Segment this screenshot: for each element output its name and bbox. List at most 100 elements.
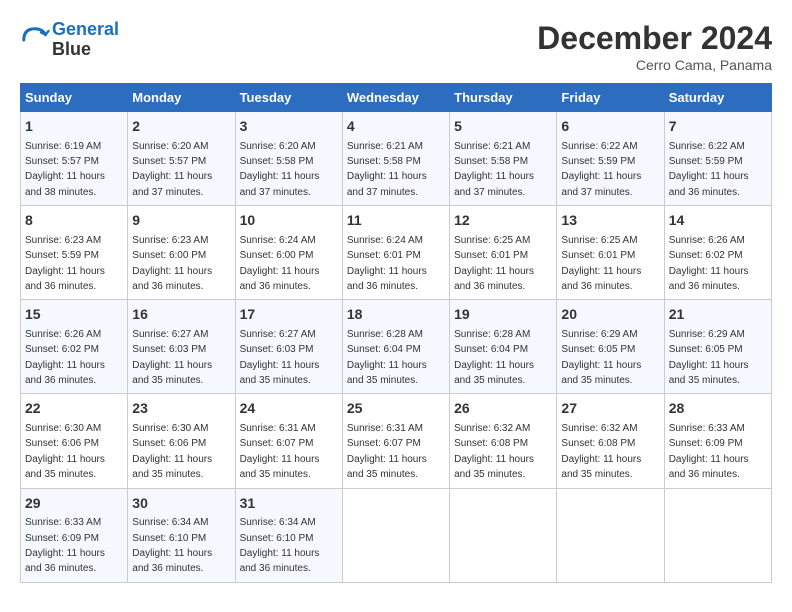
calendar-cell: 17Sunrise: 6:27 AMSunset: 6:03 PMDayligh… [235, 300, 342, 394]
day-info: Sunrise: 6:28 AMSunset: 6:04 PMDaylight:… [454, 329, 534, 386]
day-info: Sunrise: 6:32 AMSunset: 6:08 PMDaylight:… [561, 423, 641, 480]
day-info: Sunrise: 6:23 AMSunset: 5:59 PMDaylight:… [25, 235, 105, 292]
day-number: 2 [132, 117, 230, 137]
col-wednesday: Wednesday [342, 84, 449, 112]
calendar-header-row: Sunday Monday Tuesday Wednesday Thursday… [21, 84, 772, 112]
calendar-cell: 6 Sunrise: 6:22 AMSunset: 5:59 PMDaylight… [557, 112, 664, 206]
calendar-cell: 30Sunrise: 6:34 AMSunset: 6:10 PMDayligh… [128, 488, 235, 582]
day-info: Sunrise: 6:25 AMSunset: 6:01 PMDaylight:… [454, 235, 534, 292]
day-info: Sunrise: 6:25 AMSunset: 6:01 PMDaylight:… [561, 235, 641, 292]
col-friday: Friday [557, 84, 664, 112]
calendar-cell: 23 Sunrise: 6:30 AMSunset: 6:06 PMDayligh… [128, 394, 235, 488]
day-number: 26 [454, 399, 552, 419]
calendar-cell: 9 Sunrise: 6:23 AMSunset: 6:00 PMDaylight… [128, 206, 235, 300]
calendar-cell: 21Sunrise: 6:29 AMSunset: 6:05 PMDayligh… [664, 300, 771, 394]
day-info: Sunrise: 6:24 AMSunset: 6:01 PMDaylight:… [347, 235, 427, 292]
day-number: 10 [240, 211, 338, 231]
calendar-cell: 11 Sunrise: 6:24 AMSunset: 6:01 PMDayligh… [342, 206, 449, 300]
calendar-cell: 13 Sunrise: 6:25 AMSunset: 6:01 PMDayligh… [557, 206, 664, 300]
day-number: 5 [454, 117, 552, 137]
day-info: Sunrise: 6:32 AMSunset: 6:08 PMDaylight:… [454, 423, 534, 480]
day-number: 4 [347, 117, 445, 137]
day-number: 11 [347, 211, 445, 231]
day-number: 30 [132, 494, 230, 514]
day-number: 27 [561, 399, 659, 419]
calendar-cell: 2 Sunrise: 6:20 AMSunset: 5:57 PMDaylight… [128, 112, 235, 206]
day-info: Sunrise: 6:28 AMSunset: 6:04 PMDaylight:… [347, 329, 427, 386]
calendar-week-5: 29Sunrise: 6:33 AMSunset: 6:09 PMDayligh… [21, 488, 772, 582]
day-number: 31 [240, 494, 338, 514]
calendar-cell: 7 Sunrise: 6:22 AMSunset: 5:59 PMDaylight… [664, 112, 771, 206]
title-area: December 2024 Cerro Cama, Panama [537, 20, 772, 73]
calendar-cell: 10 Sunrise: 6:24 AMSunset: 6:00 PMDayligh… [235, 206, 342, 300]
day-info: Sunrise: 6:21 AMSunset: 5:58 PMDaylight:… [454, 141, 534, 198]
day-number: 20 [561, 305, 659, 325]
calendar-cell: 14Sunrise: 6:26 AMSunset: 6:02 PMDayligh… [664, 206, 771, 300]
day-info: Sunrise: 6:31 AMSunset: 6:07 PMDaylight:… [347, 423, 427, 480]
day-info: Sunrise: 6:30 AMSunset: 6:06 PMDaylight:… [25, 423, 105, 480]
day-info: Sunrise: 6:26 AMSunset: 6:02 PMDaylight:… [25, 329, 105, 386]
calendar-cell: 27 Sunrise: 6:32 AMSunset: 6:08 PMDayligh… [557, 394, 664, 488]
calendar-cell: 5 Sunrise: 6:21 AMSunset: 5:58 PMDaylight… [450, 112, 557, 206]
day-info: Sunrise: 6:30 AMSunset: 6:06 PMDaylight:… [132, 423, 212, 480]
calendar-cell: 3 Sunrise: 6:20 AMSunset: 5:58 PMDaylight… [235, 112, 342, 206]
location-subtitle: Cerro Cama, Panama [537, 57, 772, 73]
day-number: 9 [132, 211, 230, 231]
day-info: Sunrise: 6:22 AMSunset: 5:59 PMDaylight:… [669, 141, 749, 198]
day-number: 19 [454, 305, 552, 325]
day-number: 21 [669, 305, 767, 325]
day-number: 24 [240, 399, 338, 419]
day-number: 13 [561, 211, 659, 231]
month-title: December 2024 [537, 20, 772, 57]
day-number: 6 [561, 117, 659, 137]
day-number: 25 [347, 399, 445, 419]
logo-general: General [52, 19, 119, 39]
calendar-cell: 8 Sunrise: 6:23 AMSunset: 5:59 PMDaylight… [21, 206, 128, 300]
calendar-cell: 1Sunrise: 6:19 AMSunset: 5:57 PMDaylight… [21, 112, 128, 206]
day-number: 3 [240, 117, 338, 137]
logo: General Blue [20, 20, 119, 60]
calendar-cell: 4 Sunrise: 6:21 AMSunset: 5:58 PMDaylight… [342, 112, 449, 206]
calendar-cell: 18 Sunrise: 6:28 AMSunset: 6:04 PMDayligh… [342, 300, 449, 394]
day-info: Sunrise: 6:20 AMSunset: 5:57 PMDaylight:… [132, 141, 212, 198]
day-number: 15 [25, 305, 123, 325]
day-number: 12 [454, 211, 552, 231]
day-number: 16 [132, 305, 230, 325]
day-info: Sunrise: 6:26 AMSunset: 6:02 PMDaylight:… [669, 235, 749, 292]
day-info: Sunrise: 6:20 AMSunset: 5:58 PMDaylight:… [240, 141, 320, 198]
day-info: Sunrise: 6:27 AMSunset: 6:03 PMDaylight:… [132, 329, 212, 386]
day-info: Sunrise: 6:24 AMSunset: 6:00 PMDaylight:… [240, 235, 320, 292]
calendar-cell: 19 Sunrise: 6:28 AMSunset: 6:04 PMDayligh… [450, 300, 557, 394]
day-number: 29 [25, 494, 123, 514]
day-info: Sunrise: 6:31 AMSunset: 6:07 PMDaylight:… [240, 423, 320, 480]
day-number: 8 [25, 211, 123, 231]
day-number: 23 [132, 399, 230, 419]
day-number: 18 [347, 305, 445, 325]
day-info: Sunrise: 6:19 AMSunset: 5:57 PMDaylight:… [25, 141, 105, 198]
col-tuesday: Tuesday [235, 84, 342, 112]
calendar-cell: 15 Sunrise: 6:26 AMSunset: 6:02 PMDayligh… [21, 300, 128, 394]
day-number: 7 [669, 117, 767, 137]
col-thursday: Thursday [450, 84, 557, 112]
day-info: Sunrise: 6:22 AMSunset: 5:59 PMDaylight:… [561, 141, 641, 198]
calendar-cell: 16 Sunrise: 6:27 AMSunset: 6:03 PMDayligh… [128, 300, 235, 394]
calendar-cell [450, 488, 557, 582]
calendar-table: Sunday Monday Tuesday Wednesday Thursday… [20, 83, 772, 583]
day-info: Sunrise: 6:23 AMSunset: 6:00 PMDaylight:… [132, 235, 212, 292]
logo-blue: Blue [52, 40, 119, 60]
calendar-cell: 22 Sunrise: 6:30 AMSunset: 6:06 PMDayligh… [21, 394, 128, 488]
day-info: Sunrise: 6:33 AMSunset: 6:09 PMDaylight:… [669, 423, 749, 480]
calendar-cell: 25 Sunrise: 6:31 AMSunset: 6:07 PMDayligh… [342, 394, 449, 488]
calendar-cell: 26 Sunrise: 6:32 AMSunset: 6:08 PMDayligh… [450, 394, 557, 488]
calendar-cell: 28Sunrise: 6:33 AMSunset: 6:09 PMDayligh… [664, 394, 771, 488]
calendar-cell: 20Sunrise: 6:29 AMSunset: 6:05 PMDayligh… [557, 300, 664, 394]
day-number: 22 [25, 399, 123, 419]
calendar-cell: 24 Sunrise: 6:31 AMSunset: 6:07 PMDayligh… [235, 394, 342, 488]
col-sunday: Sunday [21, 84, 128, 112]
day-info: Sunrise: 6:21 AMSunset: 5:58 PMDaylight:… [347, 141, 427, 198]
calendar-cell: 29Sunrise: 6:33 AMSunset: 6:09 PMDayligh… [21, 488, 128, 582]
calendar-cell [342, 488, 449, 582]
col-saturday: Saturday [664, 84, 771, 112]
calendar-week-1: 1Sunrise: 6:19 AMSunset: 5:57 PMDaylight… [21, 112, 772, 206]
calendar-cell [664, 488, 771, 582]
